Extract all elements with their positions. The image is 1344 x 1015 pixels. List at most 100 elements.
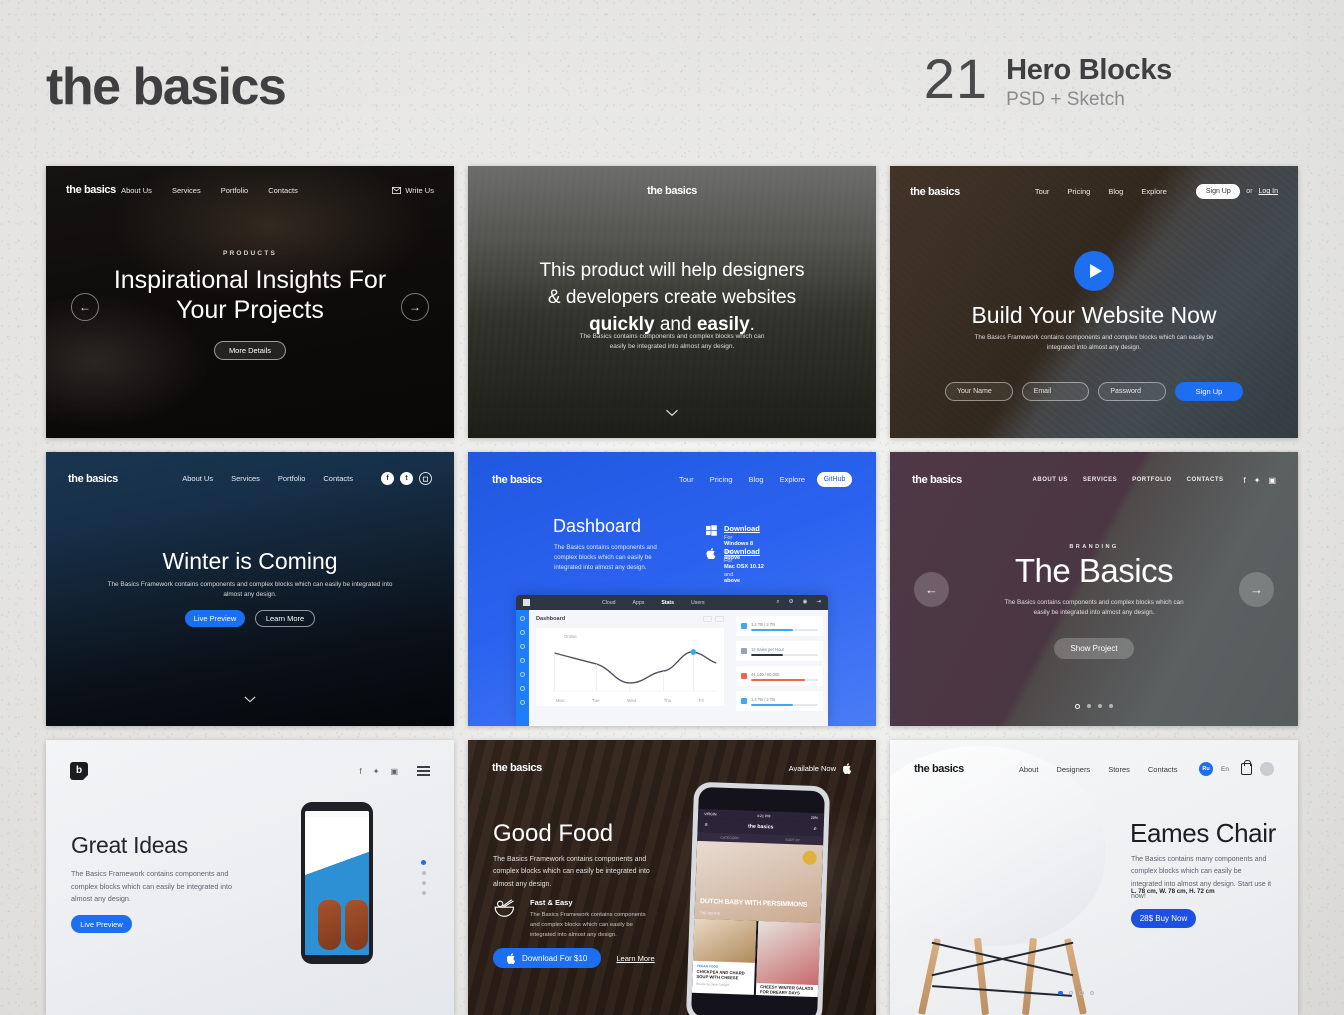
mockup-menu-icon[interactable] bbox=[523, 599, 530, 606]
sidebar-icon-3[interactable] bbox=[520, 644, 525, 649]
phone-menu-icon[interactable]: ≡ bbox=[705, 822, 708, 828]
signup-submit-button[interactable]: Sign Up bbox=[1175, 382, 1244, 401]
carousel-dot-3[interactable] bbox=[1098, 704, 1102, 708]
login-link[interactable]: Log In bbox=[1259, 188, 1278, 195]
cart-icon[interactable] bbox=[1241, 760, 1252, 775]
hero-card-dashboard[interactable]: the basics Tour Pricing Blog Explore Git… bbox=[468, 452, 876, 726]
carousel-dot-4[interactable] bbox=[1089, 990, 1094, 995]
nav-link-about[interactable]: About bbox=[1019, 765, 1039, 774]
twitter-icon[interactable]: ✦ bbox=[1254, 476, 1261, 485]
show-project-button[interactable]: Show Project bbox=[1054, 638, 1134, 659]
carousel-dot-1[interactable] bbox=[1075, 704, 1080, 709]
nav-link-tour[interactable]: Tour bbox=[679, 475, 694, 484]
language-en-button[interactable]: En bbox=[1221, 766, 1229, 773]
hero-card-good-food[interactable]: VIRGIN 4:21 PM 20% ≡ the basics ⌕ CATEGO… bbox=[468, 740, 876, 1015]
mockup-nav-users[interactable]: Users bbox=[691, 600, 705, 606]
carousel-next-button[interactable]: → bbox=[401, 293, 429, 321]
carousel-dot-1[interactable] bbox=[1058, 990, 1063, 995]
search-icon[interactable]: ⌕ bbox=[777, 599, 780, 606]
recipe-card[interactable]: VEGAN FOOD CHICKPEA AND CHARD SOUP WITH … bbox=[691, 918, 757, 995]
nav-link-explore[interactable]: Explore bbox=[780, 475, 805, 484]
carousel-dot-2[interactable] bbox=[1068, 990, 1073, 995]
recipe-card[interactable]: CHEESY WINTER SALADS FOR DREARY DAYS bbox=[755, 921, 821, 998]
nav-link-services[interactable]: Services bbox=[231, 474, 260, 483]
carousel-dot-4[interactable] bbox=[1109, 704, 1113, 708]
email-input[interactable]: Email bbox=[1021, 382, 1090, 401]
hero-card-inspirational-insights[interactable]: the basics About Us Services Portfolio C… bbox=[46, 166, 454, 438]
carousel-dot-3[interactable] bbox=[421, 881, 426, 885]
sidebar-icon-7[interactable] bbox=[520, 700, 525, 705]
buy-now-button[interactable]: 28$ Buy Now bbox=[1131, 909, 1196, 928]
scroll-down-chevron-icon[interactable] bbox=[244, 692, 256, 706]
facebook-icon[interactable]: f bbox=[360, 767, 362, 776]
facebook-icon[interactable]: f bbox=[381, 472, 394, 485]
nav-link-about-us[interactable]: ABOUT US bbox=[1033, 477, 1068, 483]
card-logo[interactable]: the basics bbox=[68, 473, 118, 485]
phone-filter-sortby[interactable]: SORT BY bbox=[785, 837, 800, 842]
avatar[interactable] bbox=[1260, 762, 1274, 776]
facebook-icon[interactable]: f bbox=[1244, 476, 1246, 485]
mockup-nav-cloud[interactable]: Cloud bbox=[602, 600, 616, 606]
live-preview-button[interactable]: Live Preview bbox=[71, 915, 132, 933]
nav-link-stores[interactable]: Stores bbox=[1108, 765, 1130, 774]
nav-link-pricing[interactable]: Pricing bbox=[1067, 187, 1090, 196]
nav-link-contacts[interactable]: Contacts bbox=[1148, 765, 1178, 774]
nav-link-contacts[interactable]: Contacts bbox=[268, 186, 298, 195]
card-logo[interactable]: the basics bbox=[492, 762, 542, 774]
learn-more-button[interactable]: Learn More bbox=[255, 610, 315, 627]
hero-card-great-ideas[interactable]: b f ✦ ▣ Great Ideas The Basics Framework… bbox=[46, 740, 454, 1015]
phone-search-icon[interactable]: ⌕ bbox=[814, 825, 817, 832]
sidebar-icon-5[interactable] bbox=[520, 672, 525, 677]
carousel-next-button[interactable]: → bbox=[1239, 572, 1274, 607]
password-input[interactable]: Password bbox=[1098, 382, 1167, 401]
hamburger-menu-icon[interactable] bbox=[417, 766, 430, 776]
logout-icon[interactable]: ⇥ bbox=[816, 599, 821, 606]
hero-card-the-basics-branding[interactable]: the basics ABOUT US SERVICES PORTFOLIO C… bbox=[890, 452, 1298, 726]
carousel-prev-button[interactable]: ← bbox=[914, 572, 949, 607]
write-us-link[interactable]: Write Us bbox=[392, 186, 434, 195]
mockup-nav-apps[interactable]: Apps bbox=[633, 600, 645, 606]
sidebar-icon-4[interactable] bbox=[520, 658, 525, 663]
nav-link-contacts[interactable]: Contacts bbox=[323, 474, 353, 483]
card-logo[interactable]: the basics bbox=[910, 186, 960, 198]
carousel-dot-4[interactable] bbox=[421, 891, 426, 895]
download-mac[interactable]: Download For Mac OSX 10.12 and above bbox=[706, 547, 764, 584]
nav-link-about-us[interactable]: About Us bbox=[121, 186, 152, 195]
learn-more-link[interactable]: Learn More bbox=[616, 954, 654, 963]
name-input[interactable]: Your Name bbox=[945, 382, 1013, 401]
hero-card-product-help-designers[interactable]: the basics This product will help design… bbox=[468, 166, 876, 438]
mockup-range-toggle[interactable] bbox=[703, 616, 724, 622]
nav-link-portfolio[interactable]: Portfolio bbox=[221, 186, 249, 195]
nav-link-portfolio[interactable]: Portfolio bbox=[278, 474, 306, 483]
phone-hero-recipe-card[interactable]: DUTCH BABY WITH PERSIMMONS THE RECIPE bbox=[694, 840, 824, 924]
sidebar-icon-2[interactable] bbox=[520, 630, 525, 635]
carousel-prev-button[interactable]: ← bbox=[71, 293, 99, 321]
live-preview-button[interactable]: Live Preview bbox=[185, 610, 245, 627]
download-mac-label[interactable]: Download bbox=[724, 547, 764, 556]
carousel-dot-2[interactable] bbox=[1087, 704, 1091, 708]
gear-icon[interactable]: ⚙ bbox=[789, 599, 794, 606]
nav-link-designers[interactable]: Designers bbox=[1056, 765, 1090, 774]
carousel-dot-1[interactable] bbox=[421, 860, 426, 865]
nav-link-contacts[interactable]: CONTACTS bbox=[1187, 477, 1224, 483]
hero-card-eames-chair[interactable]: the basics About Designers Stores Contac… bbox=[890, 740, 1298, 1015]
apple-icon[interactable] bbox=[843, 762, 852, 774]
card-logo[interactable]: the basics bbox=[468, 185, 876, 197]
download-button[interactable]: Download For $10 bbox=[493, 948, 602, 968]
instagram-icon[interactable]: ◻ bbox=[419, 472, 432, 485]
card-logo[interactable]: the basics bbox=[492, 474, 542, 486]
signup-button-top[interactable]: Sign Up bbox=[1196, 184, 1241, 199]
carousel-dot-3[interactable] bbox=[1079, 990, 1084, 995]
instagram-icon[interactable]: ▣ bbox=[1268, 476, 1276, 485]
sidebar-icon-1[interactable] bbox=[520, 616, 525, 621]
play-video-button[interactable] bbox=[1074, 251, 1114, 291]
nav-link-services[interactable]: SERVICES bbox=[1083, 477, 1117, 483]
nav-link-tour[interactable]: Tour bbox=[1035, 187, 1050, 196]
card-logo[interactable]: the basics bbox=[914, 763, 964, 775]
nav-link-explore[interactable]: Explore bbox=[1141, 187, 1166, 196]
nav-link-blog[interactable]: Blog bbox=[749, 475, 764, 484]
github-button[interactable]: GitHub bbox=[817, 472, 852, 487]
carousel-dot-2[interactable] bbox=[421, 871, 426, 875]
phone-filter-category[interactable]: CATEGORY bbox=[720, 835, 739, 840]
hero-card-build-your-website[interactable]: the basics Tour Pricing Blog Explore Sig… bbox=[890, 166, 1298, 438]
